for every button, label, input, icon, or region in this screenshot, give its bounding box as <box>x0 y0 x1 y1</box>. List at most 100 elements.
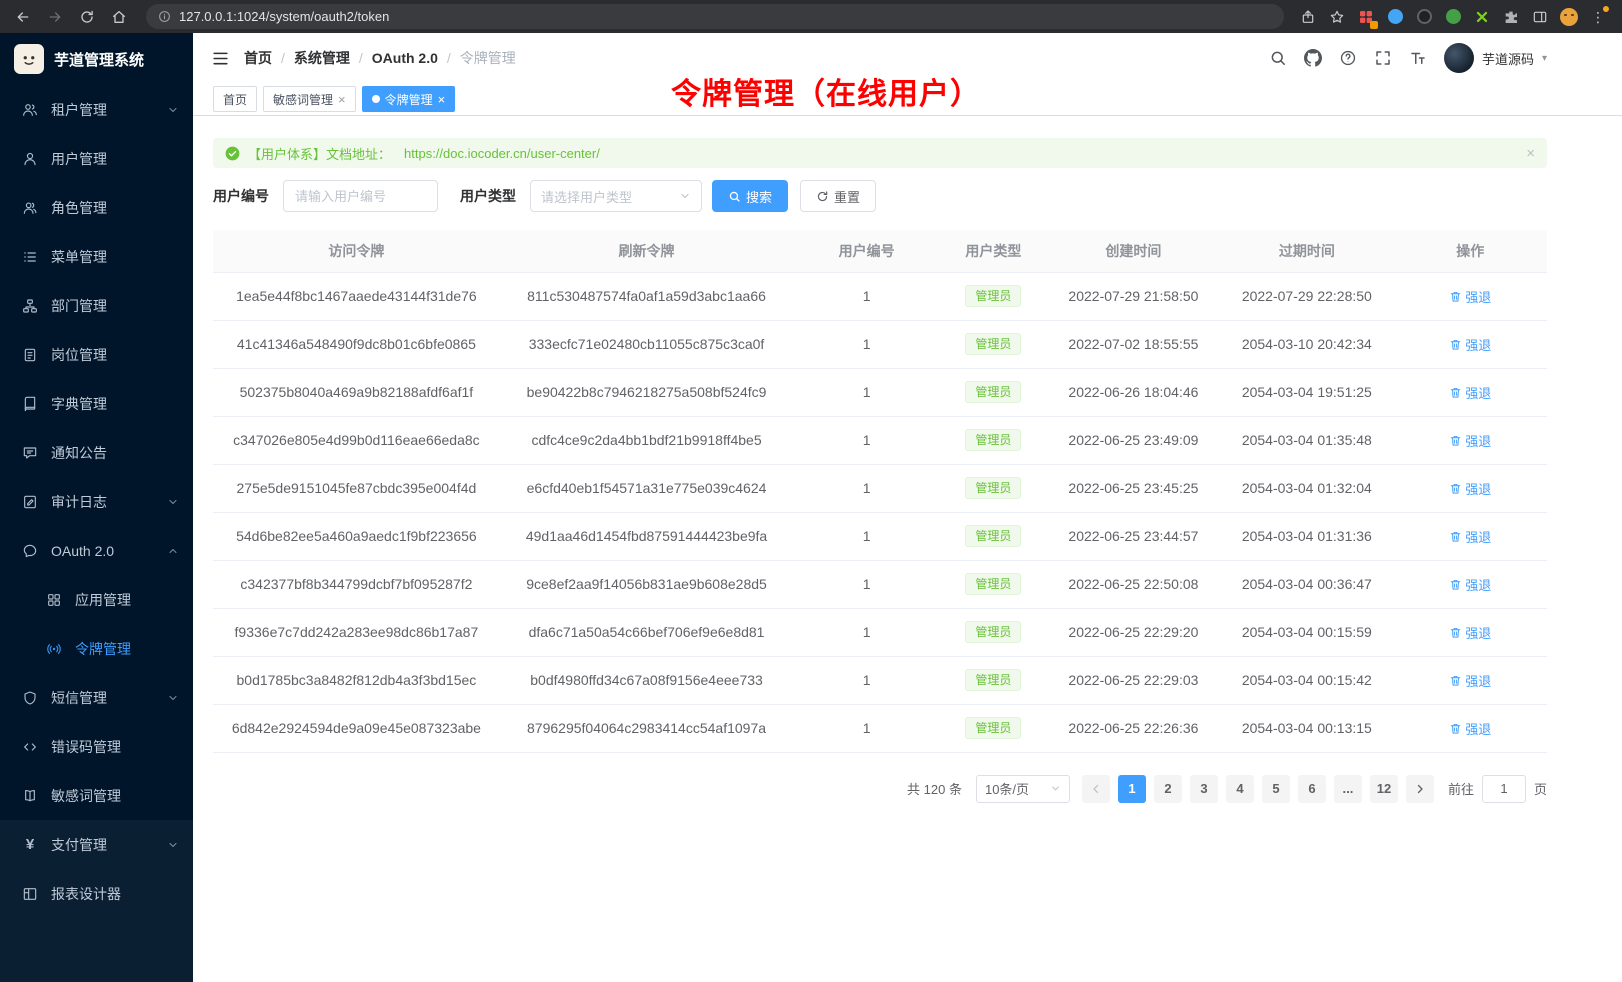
user-type-badge: 管理员 <box>965 573 1021 595</box>
profile-avatar[interactable] <box>1559 7 1579 27</box>
page-button[interactable]: 2 <box>1154 775 1182 803</box>
trash-icon <box>1449 626 1462 639</box>
sidebar-item-post[interactable]: 岗位管理 <box>0 330 193 379</box>
breadcrumb-system[interactable]: 系统管理 <box>294 48 350 68</box>
sidebar-item-oauth2[interactable]: OAuth 2.0 <box>0 526 193 575</box>
user-type-badge: 管理员 <box>965 333 1021 355</box>
goto-page-input[interactable] <box>1482 775 1526 803</box>
extension-blue-icon[interactable] <box>1385 7 1405 27</box>
sidebar-item-sms[interactable]: 短信管理 <box>0 673 193 722</box>
back-icon[interactable] <box>10 4 36 30</box>
trash-icon <box>1449 434 1462 447</box>
more-pages-button[interactable]: ... <box>1334 775 1362 803</box>
book-icon <box>22 396 38 412</box>
sidebar-item-sensitive-word[interactable]: 敏感词管理 <box>0 771 193 820</box>
sidebar-item-notice[interactable]: 通知公告 <box>0 428 193 477</box>
chevron-down-icon <box>167 839 179 851</box>
extension-green-icon[interactable] <box>1443 7 1463 27</box>
page-size-select[interactable]: 10条/页 <box>976 775 1070 803</box>
annotation-title: 令牌管理（在线用户） <box>671 69 981 113</box>
doc-alert: 【用户体系】文档地址： https://doc.iocoder.cn/user-… <box>213 138 1547 168</box>
user-type-badge: 管理员 <box>965 477 1021 499</box>
site-info-icon[interactable] <box>158 10 171 23</box>
extension-dark-icon[interactable] <box>1414 7 1434 27</box>
table-row: 275e5de9151045fe87cbdc395e004f4de6cfd40e… <box>213 464 1547 512</box>
font-size-icon[interactable] <box>1409 49 1427 67</box>
user-type-select[interactable]: 请选择用户类型 <box>530 180 702 212</box>
fullscreen-icon[interactable] <box>1374 49 1392 67</box>
bookmark-star-icon[interactable] <box>1327 7 1347 27</box>
sidebar-toggle-icon[interactable] <box>211 49 230 68</box>
extensions-puzzle-icon[interactable] <box>1501 7 1521 27</box>
force-logout-button[interactable]: 强退 <box>1449 575 1491 594</box>
sidebar-item-oauth2-token[interactable]: 令牌管理 <box>0 624 193 673</box>
force-logout-button[interactable]: 强退 <box>1449 719 1491 738</box>
reload-icon[interactable] <box>74 4 100 30</box>
extension-lime-icon[interactable] <box>1472 7 1492 27</box>
doc-link[interactable]: https://doc.iocoder.cn/user-center/ <box>404 146 600 161</box>
force-logout-button[interactable]: 强退 <box>1449 431 1491 450</box>
force-logout-button[interactable]: 强退 <box>1449 527 1491 546</box>
force-logout-button[interactable]: 强退 <box>1449 623 1491 642</box>
alert-text: 【用户体系】文档地址： <box>248 144 391 163</box>
home-icon[interactable] <box>106 4 132 30</box>
close-icon[interactable]: × <box>1526 146 1535 161</box>
user-icon <box>22 151 38 167</box>
tab-token[interactable]: 令牌管理× <box>362 86 456 112</box>
org-tree-icon <box>22 298 38 314</box>
close-icon[interactable]: × <box>438 93 446 106</box>
sidebar-item-dict[interactable]: 字典管理 <box>0 379 193 428</box>
split-view-icon[interactable] <box>1530 7 1550 27</box>
user-menu[interactable]: 芋道源码 ▾ <box>1444 43 1547 73</box>
sidebar-item-dept[interactable]: 部门管理 <box>0 281 193 330</box>
sidebar-item-error-code[interactable]: 错误码管理 <box>0 722 193 771</box>
help-icon[interactable] <box>1339 49 1357 67</box>
announcement-icon <box>22 445 38 461</box>
search-button[interactable]: 搜索 <box>712 180 788 212</box>
shield-icon <box>22 690 38 706</box>
header-tools: 芋道源码 ▾ <box>1269 43 1547 73</box>
share-icon[interactable] <box>1298 7 1318 27</box>
tab-sensitive-word[interactable]: 敏感词管理× <box>263 86 356 112</box>
browser-menu-icon[interactable]: ⋮ <box>1588 7 1608 27</box>
prev-page-button[interactable] <box>1082 775 1110 803</box>
user-id-input[interactable] <box>283 180 438 212</box>
page-button[interactable]: 5 <box>1262 775 1290 803</box>
reset-button[interactable]: 重置 <box>800 180 876 212</box>
tab-home[interactable]: 首页 <box>213 86 257 112</box>
close-icon[interactable]: × <box>338 93 346 106</box>
sidebar-item-oauth2-app[interactable]: 应用管理 <box>0 575 193 624</box>
extension-grid-icon[interactable] <box>1356 7 1376 27</box>
next-page-button[interactable] <box>1406 775 1434 803</box>
page-button[interactable]: 1 <box>1118 775 1146 803</box>
sidebar-item-audit-log[interactable]: 审计日志 <box>0 477 193 526</box>
force-logout-button[interactable]: 强退 <box>1449 335 1491 354</box>
sidebar-item-pay[interactable]: ¥ 支付管理 <box>0 820 193 869</box>
github-icon[interactable] <box>1304 49 1322 67</box>
force-logout-button[interactable]: 强退 <box>1449 671 1491 690</box>
table-row: 1ea5e44f8bc1467aaede43144f31de76811c5304… <box>213 272 1547 320</box>
force-logout-button[interactable]: 强退 <box>1449 479 1491 498</box>
breadcrumb-oauth2[interactable]: OAuth 2.0 <box>372 50 438 66</box>
address-bar[interactable]: 127.0.0.1:1024/system/oauth2/token <box>146 4 1284 29</box>
table-header-row: 访问令牌 刷新令牌 用户编号 用户类型 创建时间 过期时间 操作 <box>213 230 1547 272</box>
sidebar-item-role[interactable]: 角色管理 <box>0 183 193 232</box>
force-logout-button[interactable]: 强退 <box>1449 287 1491 306</box>
token-table: 访问令牌 刷新令牌 用户编号 用户类型 创建时间 过期时间 操作 1ea5e44… <box>213 230 1547 753</box>
forward-icon[interactable] <box>42 4 68 30</box>
sidebar-item-menu[interactable]: 菜单管理 <box>0 232 193 281</box>
page-button[interactable]: 6 <box>1298 775 1326 803</box>
id-badge-icon <box>22 347 38 363</box>
sidebar-item-report-designer[interactable]: 报表设计器 <box>0 869 193 918</box>
page-button[interactable]: 4 <box>1226 775 1254 803</box>
page-button[interactable]: 12 <box>1370 775 1398 803</box>
force-logout-button[interactable]: 强退 <box>1449 383 1491 402</box>
sidebar-item-tenant[interactable]: 租户管理 <box>0 85 193 134</box>
breadcrumb-home[interactable]: 首页 <box>244 48 272 68</box>
app-logo[interactable]: 芋道管理系统 <box>0 33 193 85</box>
check-circle-icon <box>225 146 240 161</box>
goto-suffix: 页 <box>1534 779 1547 798</box>
search-icon[interactable] <box>1269 49 1287 67</box>
sidebar-item-user[interactable]: 用户管理 <box>0 134 193 183</box>
page-button[interactable]: 3 <box>1190 775 1218 803</box>
